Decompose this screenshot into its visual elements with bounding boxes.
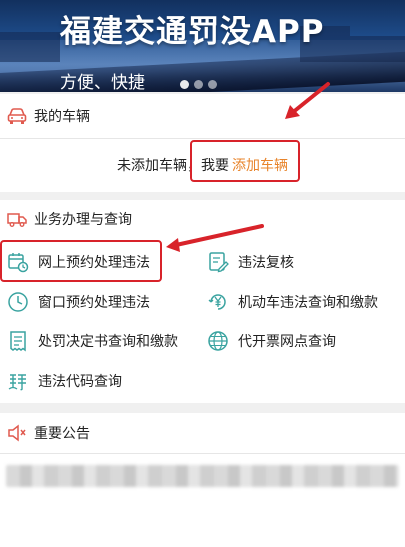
notice-section: 重要公告 bbox=[0, 413, 405, 547]
services-header: 业务办理与查询 bbox=[0, 200, 405, 238]
service-invoice-outlets[interactable]: 代开票网点查询 bbox=[206, 326, 336, 356]
speaker-muted-icon bbox=[6, 422, 28, 444]
code-lookup-icon bbox=[6, 369, 30, 393]
notice-item-blurred[interactable] bbox=[6, 465, 399, 487]
divider bbox=[0, 453, 405, 454]
service-label: 窗口预约处理违法 bbox=[38, 295, 150, 311]
my-vehicle-section: 我的车辆 未添加车辆，我要 添加车辆 bbox=[0, 94, 405, 192]
carousel-dot[interactable] bbox=[208, 80, 217, 89]
service-violation-review[interactable]: 违法复核 bbox=[206, 247, 294, 277]
divider bbox=[0, 138, 405, 139]
service-vehicle-violation-payment[interactable]: 机动车违法查询和缴款 bbox=[206, 287, 378, 317]
notice-title: 重要公告 bbox=[34, 426, 90, 442]
service-window-appointment[interactable]: 窗口预约处理违法 bbox=[6, 287, 150, 317]
receipt-icon bbox=[6, 329, 30, 353]
banner-subtitle: 方便、快捷 bbox=[60, 73, 145, 92]
my-vehicle-header[interactable]: 我的车辆 bbox=[0, 94, 405, 138]
services-title: 业务办理与查询 bbox=[34, 212, 132, 228]
car-icon bbox=[6, 105, 28, 127]
service-label: 违法复核 bbox=[238, 255, 294, 271]
truck-icon bbox=[6, 208, 28, 230]
service-label: 机动车违法查询和缴款 bbox=[238, 295, 378, 311]
service-label: 处罚决定书查询和缴款 bbox=[38, 334, 178, 350]
edit-document-icon bbox=[206, 250, 230, 274]
banner-carousel[interactable]: 福建交通罚没APP 方便、快捷 bbox=[0, 0, 405, 92]
service-label: 违法代码查询 bbox=[38, 374, 122, 390]
banner-title: 福建交通罚没APP bbox=[60, 14, 325, 50]
annotation-highlight-box bbox=[0, 240, 162, 282]
carousel-indicator bbox=[180, 80, 217, 89]
services-section: 业务办理与查询 网上预约处理违法 违法复核 窗口预约处理违法 机动车违法查询和缴… bbox=[0, 200, 405, 403]
service-penalty-decision[interactable]: 处罚决定书查询和缴款 bbox=[6, 326, 178, 356]
carousel-dot[interactable] bbox=[194, 80, 203, 89]
notice-header[interactable]: 重要公告 bbox=[0, 413, 405, 453]
service-label: 代开票网点查询 bbox=[238, 334, 336, 350]
banner-building bbox=[0, 32, 60, 62]
annotation-highlight-box bbox=[190, 140, 300, 182]
service-violation-code[interactable]: 违法代码查询 bbox=[6, 366, 122, 396]
globe-icon bbox=[206, 329, 230, 353]
my-vehicle-title: 我的车辆 bbox=[34, 109, 90, 125]
clock-icon bbox=[6, 290, 30, 314]
carousel-dot-active[interactable] bbox=[180, 80, 189, 89]
yen-coin-icon bbox=[206, 290, 230, 314]
